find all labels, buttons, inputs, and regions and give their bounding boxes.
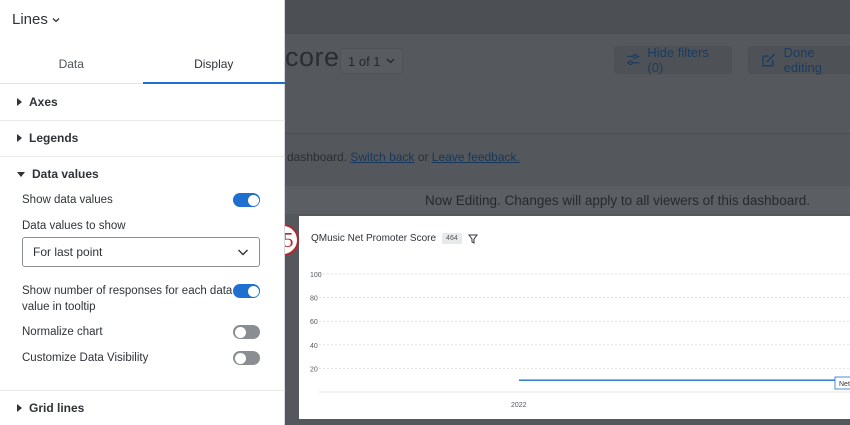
section-legends-label: Legends <box>29 131 79 145</box>
show-responses-tooltip-line2: value in tooltip <box>22 301 96 313</box>
tab-data[interactable]: Data <box>0 44 143 83</box>
notice-prefix: dashboard. <box>287 150 348 164</box>
y-tick-label: 100 <box>310 272 322 279</box>
switch-back-link[interactable]: Switch back <box>350 150 414 164</box>
caret-right-icon <box>17 134 22 142</box>
normalize-chart-label: Normalize chart <box>22 326 103 338</box>
y-tick-label: 20 <box>310 366 318 373</box>
panel-tabs: Data Display <box>0 44 285 84</box>
done-editing-label: Done editing <box>783 45 822 75</box>
section-grid-lines-label: Grid lines <box>29 401 85 415</box>
data-values-to-show-label: Data values to show <box>22 220 126 232</box>
x-tick-label: 2022 <box>511 402 527 409</box>
show-responses-tooltip-label: Show number of responses for each data v… <box>22 283 232 315</box>
widget-type-dropdown[interactable]: Lines <box>12 11 60 28</box>
normalize-chart-toggle[interactable] <box>233 325 260 339</box>
y-tick-label: 60 <box>310 319 318 326</box>
show-data-values-label: Show data values <box>22 194 113 206</box>
section-grid-lines-toggle[interactable]: Grid lines <box>17 401 84 415</box>
section-axes: Axes <box>0 84 285 121</box>
leave-feedback-link[interactable]: Leave feedback. <box>432 150 520 164</box>
caret-right-icon <box>17 404 22 412</box>
section-axes-toggle[interactable]: Axes <box>17 95 58 109</box>
dashboard-notice: dashboard. Switch back or Leave feedback… <box>287 150 520 164</box>
y-tick-label: 40 <box>310 343 318 350</box>
done-editing-button[interactable]: Done editing <box>748 45 850 75</box>
pager-label: 1 of 1 <box>348 53 381 69</box>
hide-filters-label: Hide filters (0) <box>647 45 709 75</box>
section-data-values-toggle[interactable]: Data values <box>17 167 99 181</box>
section-axes-label: Axes <box>29 95 58 109</box>
widget-edit-panel: Lines Data Display Axes Legends Data val… <box>0 0 285 425</box>
toggle-knob <box>247 285 259 297</box>
edit-icon <box>762 53 776 67</box>
data-values-to-show-value: For last point <box>33 245 103 259</box>
editing-banner-text: Now Editing. Changes will apply to all v… <box>425 192 810 208</box>
caret-right-icon <box>17 98 22 106</box>
chevron-down-icon <box>238 249 248 256</box>
data-values-to-show-select[interactable]: For last point <box>22 237 260 267</box>
customize-visibility-toggle[interactable] <box>233 351 260 365</box>
tab-display[interactable]: Display <box>142 44 286 84</box>
hide-filters-button[interactable]: Hide filters (0) <box>614 45 732 75</box>
customize-visibility-label: Customize Data Visibility <box>22 352 149 364</box>
notice-middle: or <box>417 150 429 164</box>
section-data-values-label: Data values <box>32 167 99 181</box>
chevron-down-icon <box>386 58 395 64</box>
section-legends-toggle[interactable]: Legends <box>17 131 78 145</box>
show-data-values-toggle[interactable] <box>233 193 260 207</box>
toggle-knob <box>234 352 246 364</box>
chevron-down-icon <box>52 17 60 22</box>
widget-type-label: Lines <box>12 11 48 28</box>
caret-down-icon <box>17 171 25 177</box>
show-responses-tooltip-toggle[interactable] <box>233 284 260 298</box>
chart-widget[interactable]: QMusic Net Promoter Score 464 100 80 60 40 2… <box>299 216 850 419</box>
dashboard-title: core <box>285 42 340 72</box>
filter-sliders-icon <box>626 54 640 66</box>
toggle-knob <box>247 194 259 206</box>
editing-banner: Now Editing. Changes will apply to all v… <box>285 186 850 214</box>
show-responses-tooltip-line1: Show number of responses for each data <box>22 285 233 297</box>
y-tick-label: 80 <box>310 296 318 303</box>
toggle-knob <box>234 326 246 338</box>
series-data-label: Net <box>839 381 850 388</box>
page-pager[interactable]: 1 of 1 <box>340 48 403 74</box>
dashboard-top-bar <box>285 0 850 34</box>
section-legends: Legends <box>0 121 285 157</box>
line-chart: 100 80 60 40 20 2022 Net <box>310 272 850 409</box>
